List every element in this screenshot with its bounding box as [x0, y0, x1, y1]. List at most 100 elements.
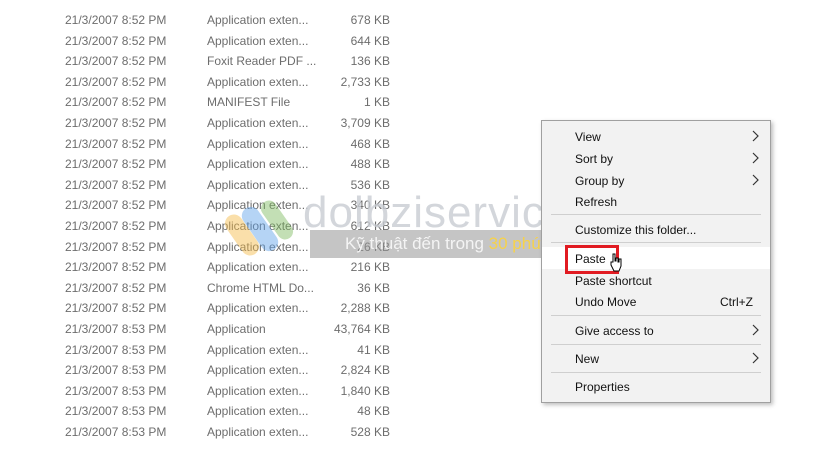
file-type: MANIFEST File	[207, 95, 291, 110]
file-date: 21/3/2007 8:52 PM	[65, 157, 167, 172]
file-date: 21/3/2007 8:53 PM	[65, 383, 167, 398]
file-type: Application exten...	[207, 74, 309, 89]
menu-item-group-by[interactable]: Group by	[542, 169, 770, 191]
file-row[interactable]: 21/3/2007 8:52 PM Application exten... 3,7…	[0, 113, 420, 133]
file-type: Application exten...	[207, 342, 309, 357]
file-size: 678 KB	[350, 13, 390, 27]
file-row[interactable]: 21/3/2007 8:53 PM Application exten... 2,8…	[0, 360, 420, 380]
file-type: Application exten...	[207, 383, 309, 398]
menu-separator	[551, 372, 761, 373]
file-date: 21/3/2007 8:53 PM	[65, 363, 167, 378]
undo-move-shortcut: Ctrl+Z	[720, 295, 753, 309]
file-row[interactable]: 21/3/2007 8:53 PM Application exten... 41 …	[0, 340, 420, 360]
file-date: 21/3/2007 8:52 PM	[65, 74, 167, 89]
file-type: Application exten...	[207, 239, 309, 254]
file-row[interactable]: 21/3/2007 8:53 PM Application 43,764 KB	[0, 319, 420, 339]
file-date: 21/3/2007 8:52 PM	[65, 33, 167, 48]
file-row[interactable]: 21/3/2007 8:52 PM Application exten... 644…	[0, 31, 420, 51]
menu-separator	[551, 242, 761, 243]
file-date: 21/3/2007 8:52 PM	[65, 136, 167, 151]
file-row[interactable]: 21/3/2007 8:52 PM Application exten... 488…	[0, 154, 420, 174]
file-size: 1,840 KB	[340, 383, 390, 398]
file-row[interactable]: 21/3/2007 8:52 PM Application exten... 2,7…	[0, 72, 420, 92]
file-date: 21/3/2007 8:53 PM	[65, 322, 167, 336]
file-row[interactable]: 21/3/2007 8:52 PM Application exten... 2,2…	[0, 298, 420, 318]
file-size: 536 KB	[350, 177, 390, 192]
file-size: 2,288 KB	[340, 301, 390, 316]
file-list: 21/3/2007 8:52 PM Application exten... 678…	[0, 0, 540, 450]
file-type: Application exten...	[207, 157, 309, 172]
file-row[interactable]: 21/3/2007 8:53 PM Application exten... 528…	[0, 422, 420, 442]
chevron-right-icon	[752, 324, 759, 336]
file-date: 21/3/2007 8:52 PM	[65, 301, 167, 316]
file-date: 21/3/2007 8:52 PM	[65, 95, 167, 110]
file-type: Application exten...	[207, 136, 309, 151]
file-size: 612 KB	[350, 219, 390, 233]
file-type: Application exten...	[207, 13, 309, 27]
file-size: 2,824 KB	[340, 363, 390, 378]
menu-item-sort-by[interactable]: Sort by	[542, 147, 770, 169]
file-type: Application exten...	[207, 260, 309, 275]
file-date: 21/3/2007 8:52 PM	[65, 280, 167, 295]
file-date: 21/3/2007 8:52 PM	[65, 13, 167, 27]
file-row[interactable]: 21/3/2007 8:52 PM Application exten... 678…	[0, 10, 420, 30]
menu-item-properties[interactable]: Properties	[542, 375, 770, 397]
file-date: 21/3/2007 8:52 PM	[65, 177, 167, 192]
file-type: Application exten...	[207, 198, 309, 213]
file-date: 21/3/2007 8:52 PM	[65, 116, 167, 130]
file-row[interactable]: 21/3/2007 8:52 PM Chrome HTML Do... 36 KB	[0, 278, 420, 298]
file-size: 216 KB	[350, 260, 390, 275]
file-row[interactable]: 21/3/2007 8:52 PM MANIFEST File 1 KB	[0, 92, 420, 112]
file-type: Application exten...	[207, 33, 309, 48]
file-type: Application exten...	[207, 301, 309, 316]
file-type: Chrome HTML Do...	[207, 280, 314, 295]
file-date: 21/3/2007 8:53 PM	[65, 404, 167, 419]
file-type: Application exten...	[207, 404, 309, 419]
context-menu: View Sort by Group by Refresh Customize …	[541, 120, 771, 403]
file-type: Application exten...	[207, 425, 309, 439]
file-date: 21/3/2007 8:52 PM	[65, 260, 167, 275]
file-row[interactable]: 21/3/2007 8:52 PM Application exten... 26 …	[0, 237, 420, 257]
chevron-right-icon	[752, 352, 759, 364]
file-size: 41 KB	[357, 342, 390, 357]
menu-separator	[551, 315, 761, 316]
menu-item-customize-folder[interactable]: Customize this folder...	[542, 218, 770, 240]
file-row[interactable]: 21/3/2007 8:52 PM Application exten... 468…	[0, 134, 420, 154]
menu-item-new[interactable]: New	[542, 347, 770, 369]
mouse-cursor-icon	[610, 253, 622, 272]
file-row[interactable]: 21/3/2007 8:52 PM Application exten... 340…	[0, 195, 420, 215]
file-size: 26 KB	[357, 239, 390, 254]
file-size: 528 KB	[350, 425, 390, 439]
menu-item-refresh[interactable]: Refresh	[542, 190, 770, 212]
file-size: 3,709 KB	[340, 116, 390, 130]
menu-item-undo-move[interactable]: Undo Move Ctrl+Z	[542, 290, 770, 312]
file-date: 21/3/2007 8:52 PM	[65, 54, 167, 69]
file-date: 21/3/2007 8:53 PM	[65, 342, 167, 357]
chevron-right-icon	[752, 174, 759, 186]
chevron-right-icon	[752, 130, 759, 142]
menu-item-view[interactable]: View	[542, 125, 770, 147]
file-type: Application exten...	[207, 363, 309, 378]
file-type: Application exten...	[207, 219, 309, 233]
file-size: 340 KB	[350, 198, 390, 213]
file-row[interactable]: 21/3/2007 8:53 PM Application exten... 1,8…	[0, 381, 420, 401]
menu-separator	[551, 344, 761, 345]
file-row[interactable]: 21/3/2007 8:52 PM Application exten... 612…	[0, 216, 420, 236]
menu-separator	[551, 214, 761, 215]
menu-item-give-access[interactable]: Give access to	[542, 319, 770, 341]
file-row[interactable]: 21/3/2007 8:52 PM Application exten... 216…	[0, 257, 420, 277]
file-type: Application	[207, 322, 266, 336]
file-type: Application exten...	[207, 116, 309, 130]
file-date: 21/3/2007 8:53 PM	[65, 425, 167, 439]
file-date: 21/3/2007 8:52 PM	[65, 219, 167, 233]
file-size: 43,764 KB	[333, 322, 390, 336]
file-row[interactable]: 21/3/2007 8:52 PM Foxit Reader PDF ... 136…	[0, 51, 420, 71]
file-size: 488 KB	[350, 157, 390, 172]
file-row[interactable]: 21/3/2007 8:52 PM Application exten... 536…	[0, 175, 420, 195]
file-row[interactable]: 21/3/2007 8:53 PM Application exten... 48 …	[0, 401, 420, 421]
file-type: Application exten...	[207, 177, 309, 192]
file-size: 136 KB	[350, 54, 390, 69]
file-date: 21/3/2007 8:52 PM	[65, 239, 167, 254]
chevron-right-icon	[752, 152, 759, 164]
file-size: 468 KB	[350, 136, 390, 151]
